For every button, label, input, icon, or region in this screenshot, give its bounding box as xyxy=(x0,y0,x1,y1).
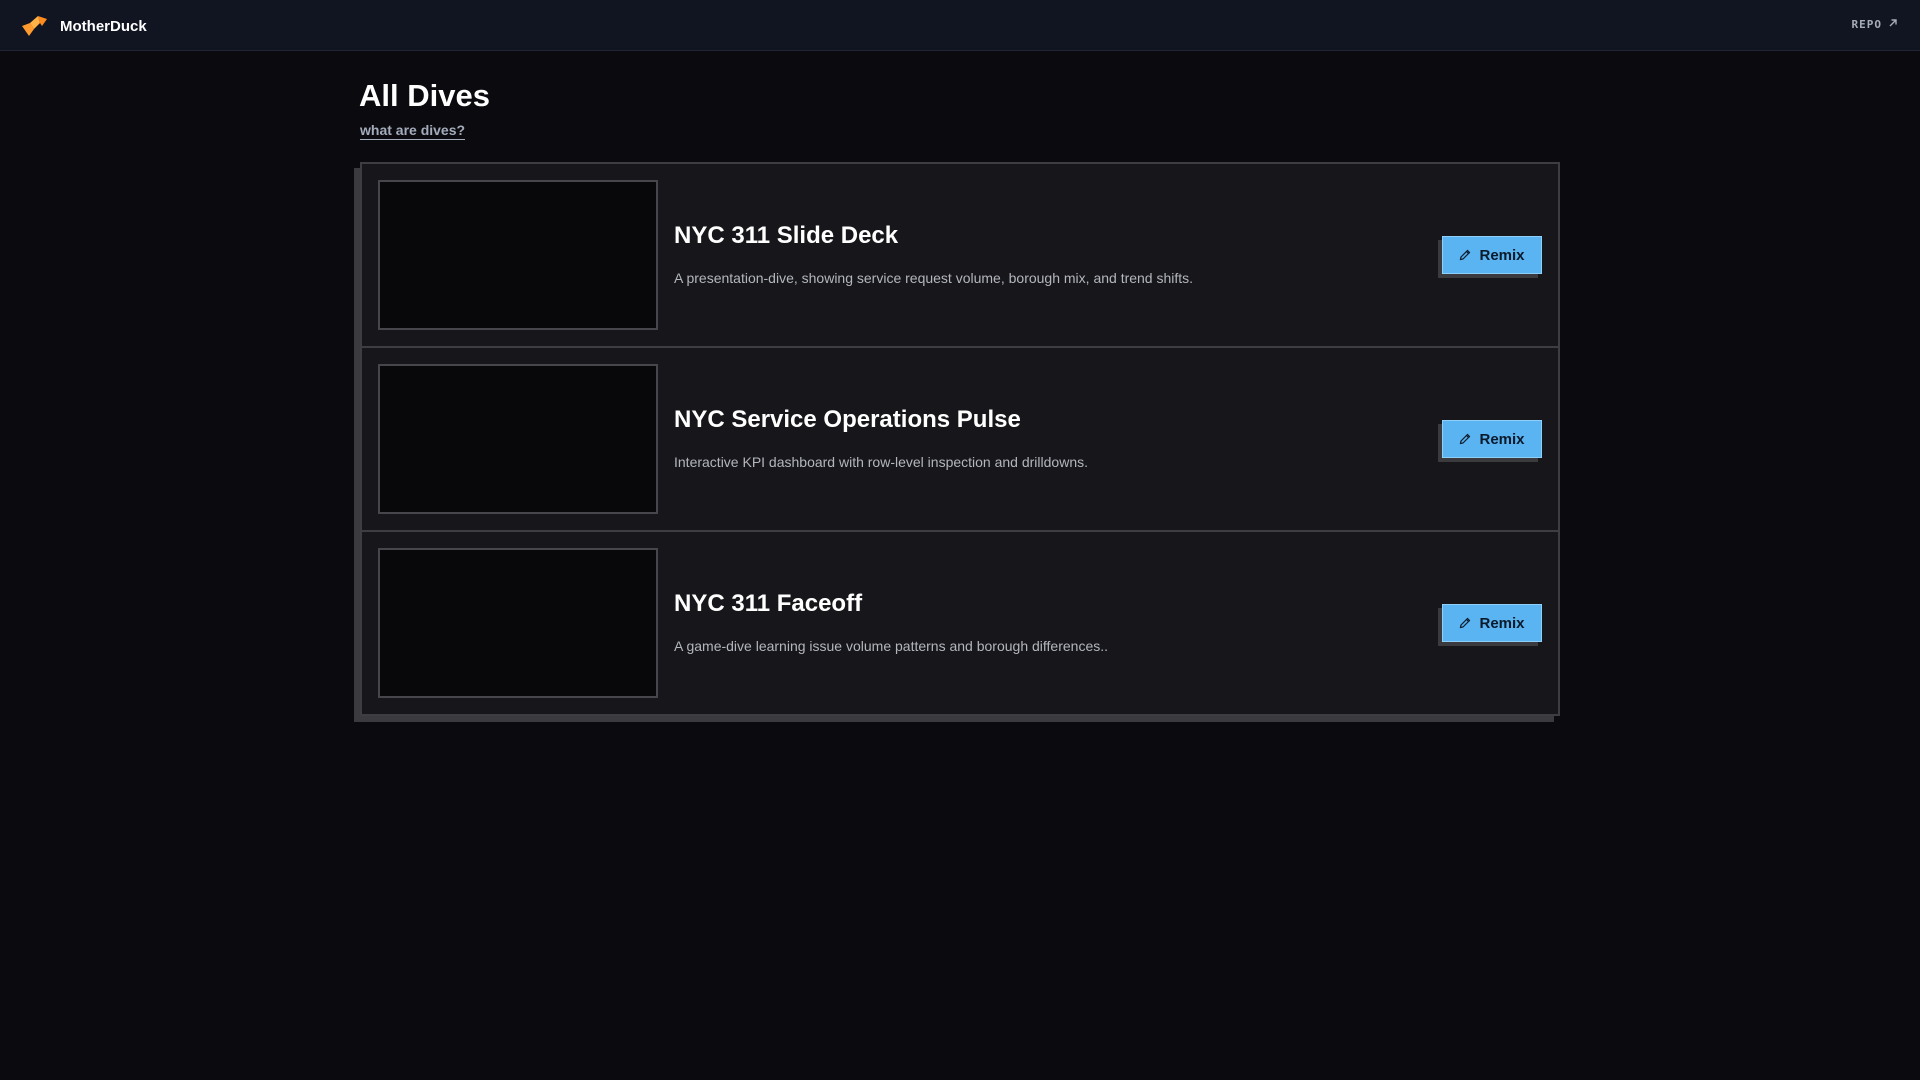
page-title: All Dives xyxy=(359,78,490,113)
pencil-icon xyxy=(1459,249,1471,261)
pencil-icon xyxy=(1459,433,1471,445)
remix-label: Remix xyxy=(1479,430,1525,448)
remix-button[interactable]: Remix xyxy=(1442,420,1542,458)
dive-title[interactable]: NYC 311 Faceoff xyxy=(674,590,862,618)
dive-row[interactable]: NYC 311 Faceoff A game-dive learning iss… xyxy=(362,532,1558,714)
remix-label: Remix xyxy=(1479,246,1525,264)
external-arrow-icon xyxy=(1888,18,1898,31)
dive-description: A presentation-dive, showing service req… xyxy=(674,270,1194,286)
dive-thumbnail[interactable] xyxy=(378,364,658,514)
remix-button[interactable]: Remix xyxy=(1442,236,1542,274)
repo-link[interactable]: REPO xyxy=(1852,18,1899,31)
brand-name: MotherDuck xyxy=(60,17,147,35)
dive-title[interactable]: NYC Service Operations Pulse xyxy=(674,406,1021,434)
motherduck-logo-icon xyxy=(20,15,48,37)
dive-title[interactable]: NYC 311 Slide Deck xyxy=(674,222,898,250)
brand-home-link[interactable]: MotherDuck xyxy=(20,13,147,39)
pencil-icon xyxy=(1459,617,1471,629)
what-are-dives-link[interactable]: what are dives? xyxy=(360,122,466,140)
remix-label: Remix xyxy=(1479,614,1525,632)
dive-row[interactable]: NYC Service Operations Pulse Interactive… xyxy=(362,348,1558,532)
top-navigation-bar: MotherDuck REPO xyxy=(0,0,1920,51)
remix-button[interactable]: Remix xyxy=(1442,604,1542,642)
dive-row[interactable]: NYC 311 Slide Deck A presentation-dive, … xyxy=(362,164,1558,348)
dive-description: A game-dive learning issue volume patter… xyxy=(674,638,1109,654)
dive-thumbnail[interactable] xyxy=(378,180,658,330)
dive-description: Interactive KPI dashboard with row-level… xyxy=(674,454,1088,470)
dive-list: NYC 311 Slide Deck A presentation-dive, … xyxy=(360,162,1560,716)
repo-label: REPO xyxy=(1851,18,1882,31)
dive-thumbnail[interactable] xyxy=(378,548,658,698)
